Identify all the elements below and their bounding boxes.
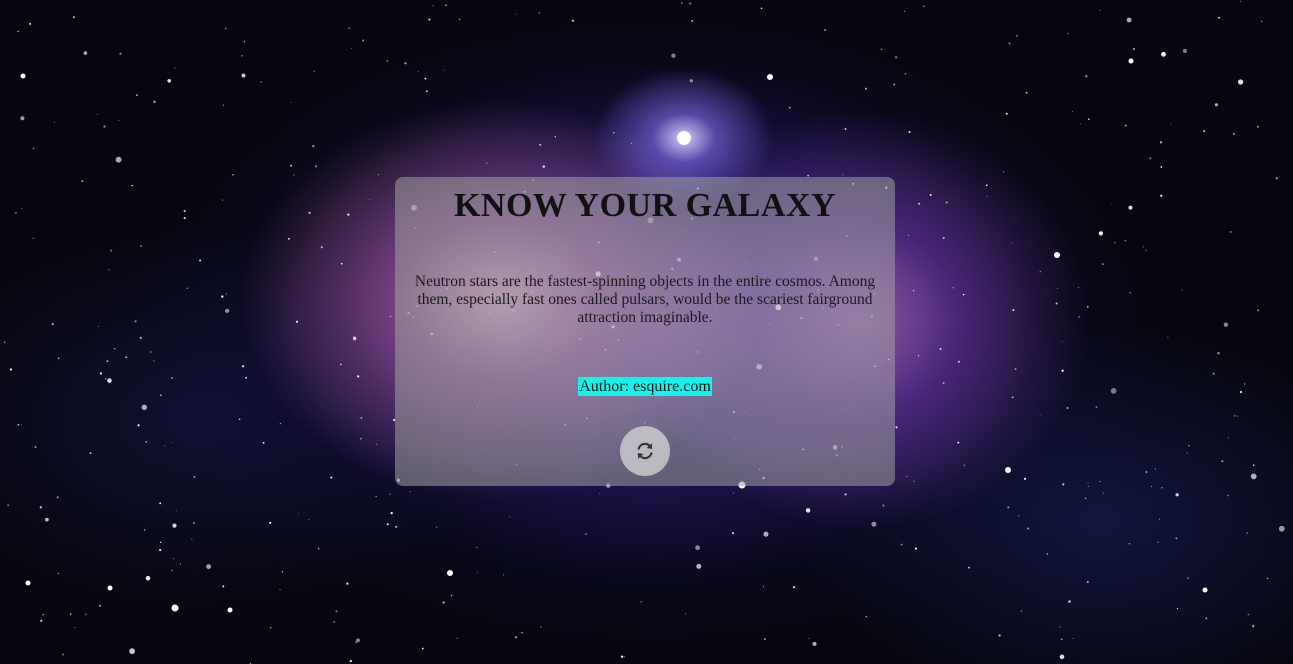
refresh-button[interactable] <box>620 426 670 476</box>
fact-card: KNOW YOUR GALAXY Neutron stars are the f… <box>395 177 895 486</box>
refresh-icon <box>637 442 653 460</box>
fact-text: Neutron stars are the fastest-spinning o… <box>414 273 876 326</box>
page-title: KNOW YOUR GALAXY <box>453 187 837 224</box>
author-label: Author: esquire.com <box>578 377 712 396</box>
author-container: Author: esquire.com <box>395 377 895 396</box>
